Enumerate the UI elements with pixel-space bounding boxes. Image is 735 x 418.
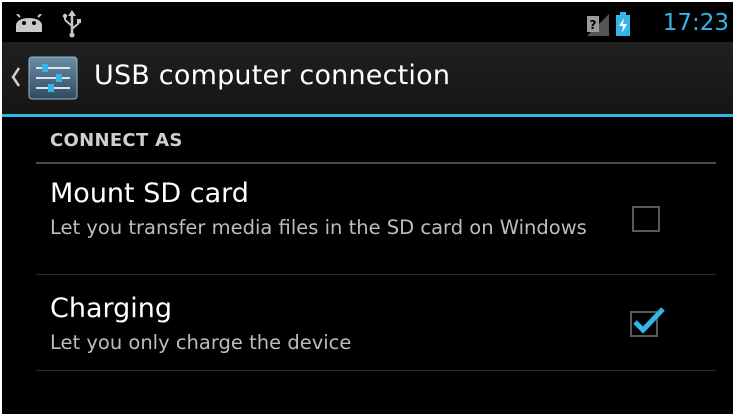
settings-icon[interactable] (28, 56, 78, 100)
option-title: Mount SD card (50, 178, 249, 209)
android-debug-icon (14, 13, 44, 36)
mount-sd-card-checkbox[interactable] (632, 206, 660, 232)
battery-charging-icon (616, 12, 630, 40)
option-divider (36, 370, 716, 371)
no-sim-signal-icon: ? (586, 14, 610, 40)
status-bar: ? 17:23 (2, 2, 733, 42)
usb-icon (62, 10, 82, 42)
section-header: CONNECT AS (50, 130, 183, 151)
svg-text:?: ? (590, 18, 597, 32)
option-title: Charging (50, 293, 173, 324)
action-bar[interactable]: USB computer connection (2, 42, 733, 114)
action-bar-divider (2, 114, 733, 117)
option-summary: Let you only charge the device (50, 331, 352, 354)
screen: ? 17:23 USB computer connection CONNECT … (2, 2, 733, 414)
option-mount-sd-card[interactable]: Mount SD card Let you transfer media fil… (2, 164, 733, 274)
chevron-left-icon[interactable] (10, 65, 22, 89)
status-time: 17:23 (662, 10, 729, 36)
charging-checkbox[interactable] (630, 305, 666, 337)
option-charging[interactable]: Charging Let you only charge the device (2, 275, 733, 370)
option-summary: Let you transfer media files in the SD c… (50, 216, 587, 239)
page-title: USB computer connection (94, 60, 451, 91)
